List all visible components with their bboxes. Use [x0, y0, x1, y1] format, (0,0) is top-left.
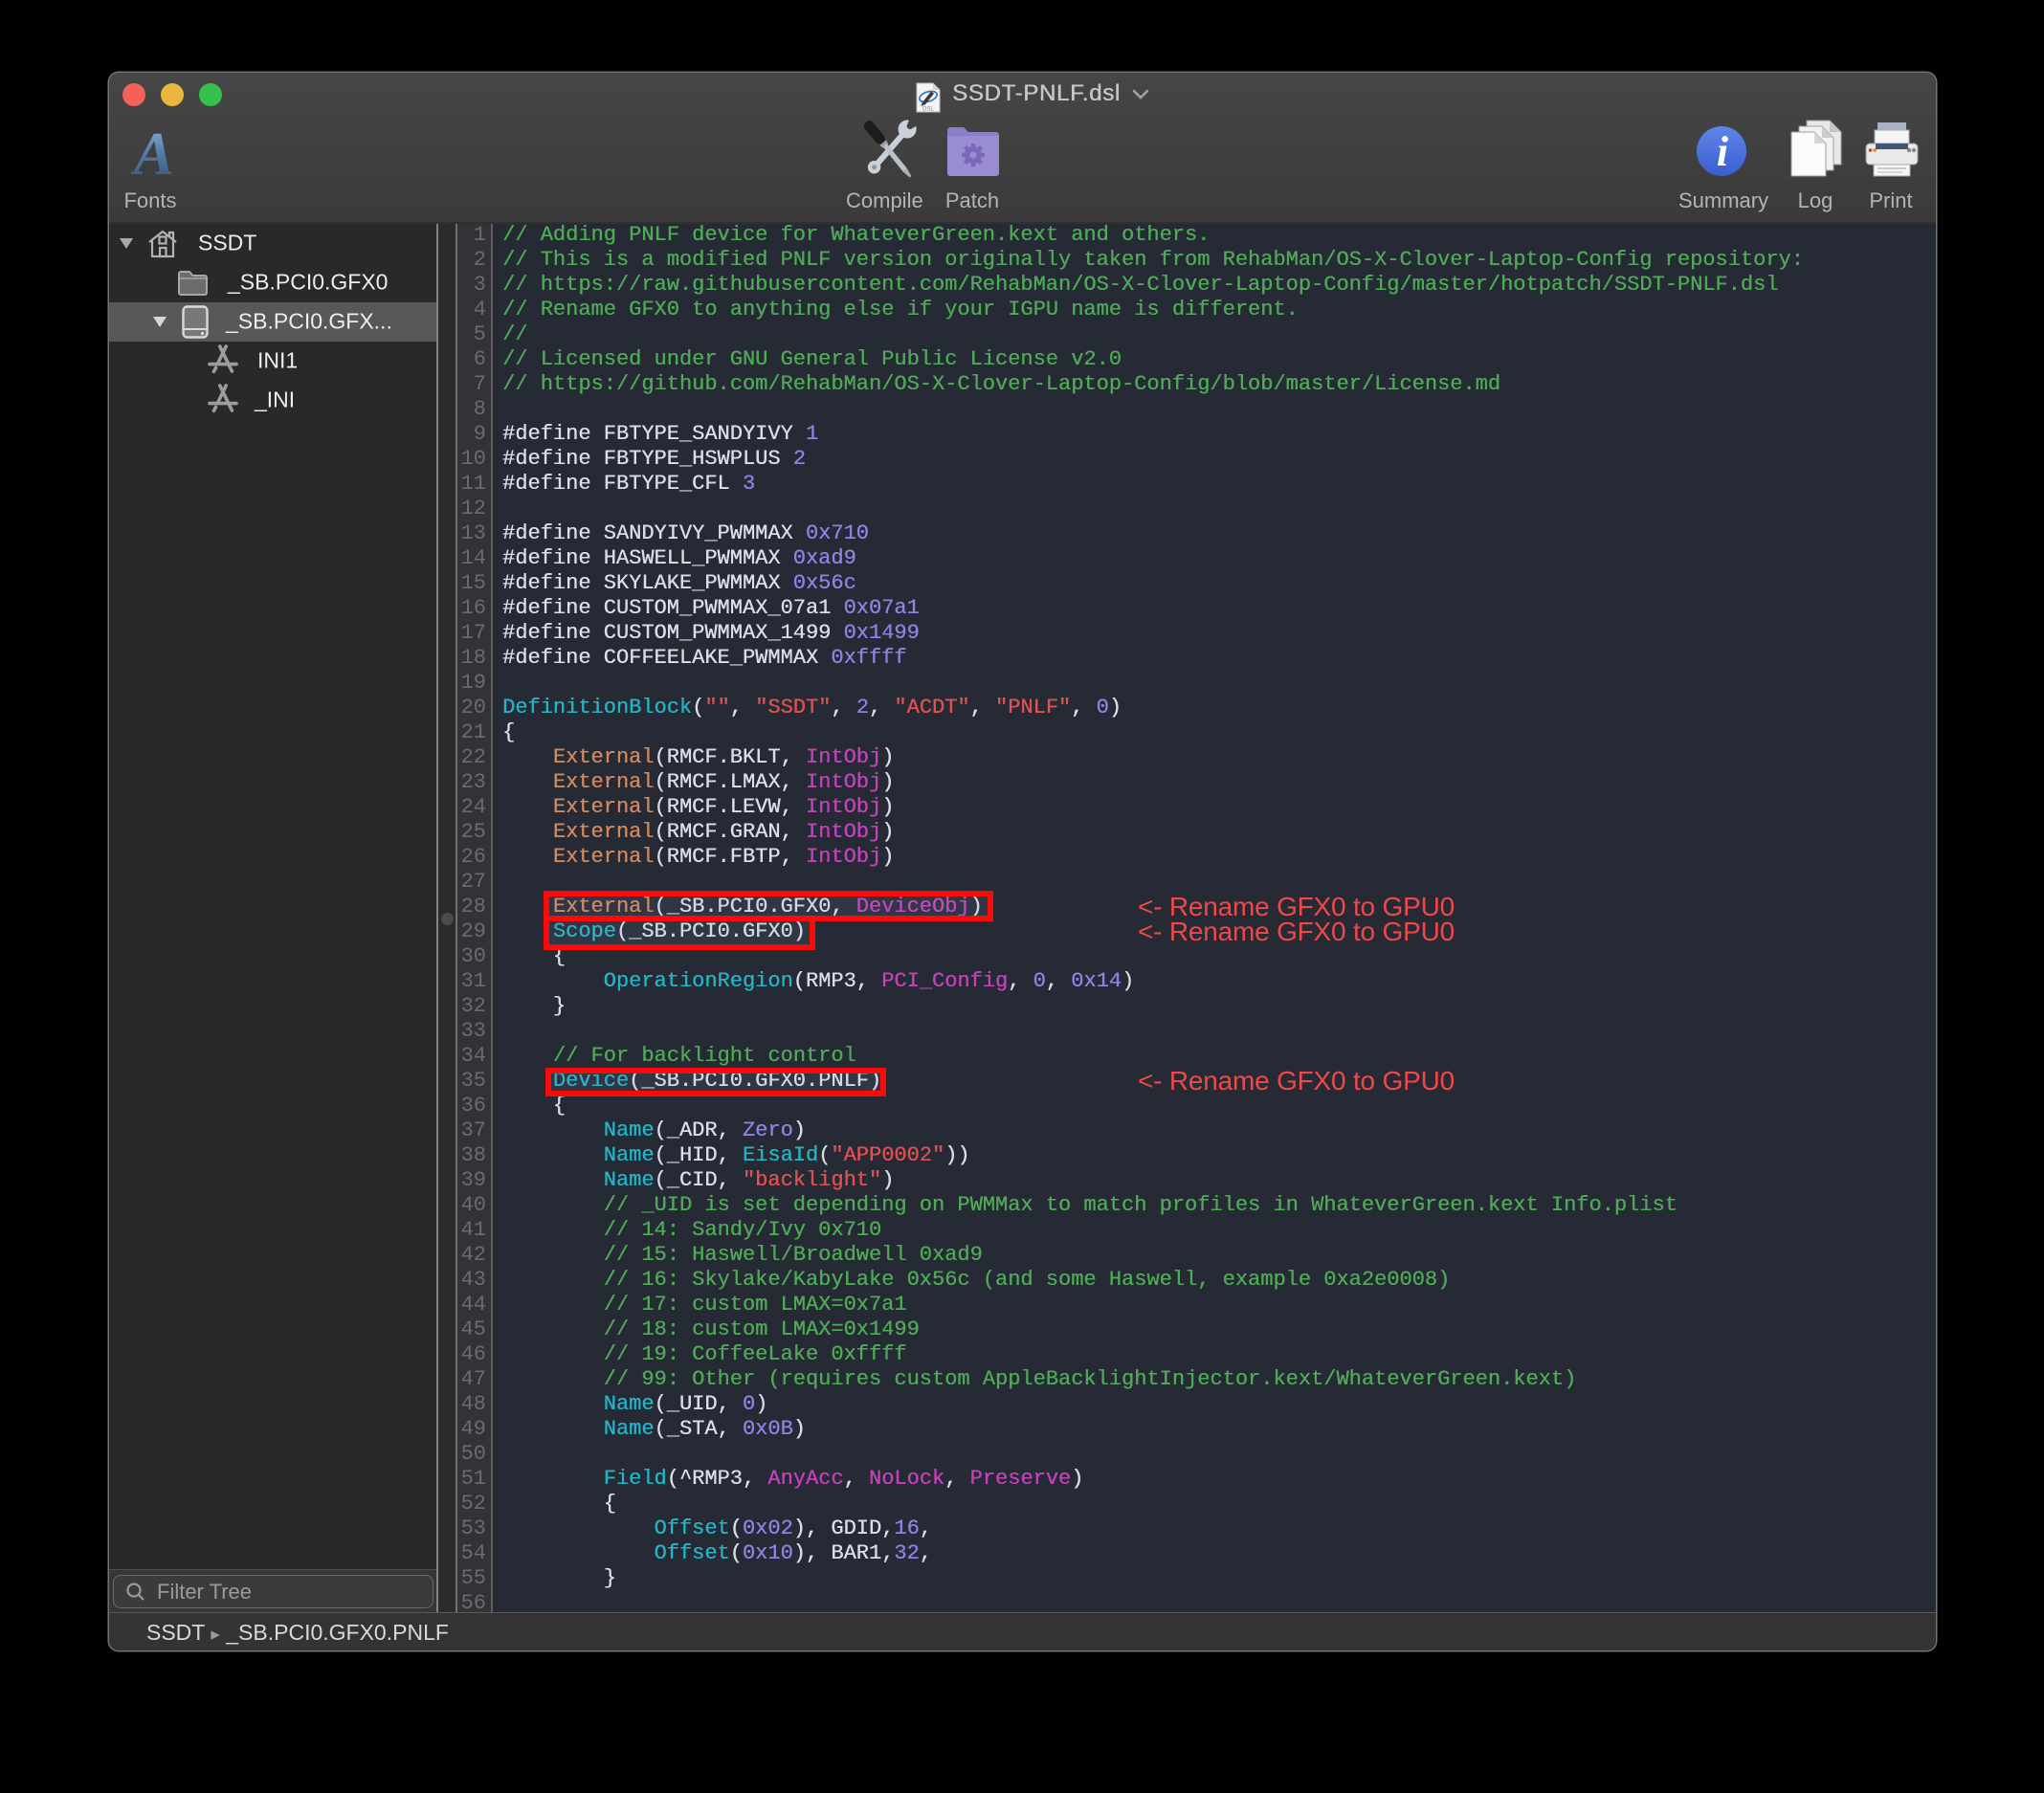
svg-text:DSL: DSL [922, 107, 934, 113]
svg-text:A: A [131, 124, 174, 180]
svg-text:i: i [1717, 128, 1729, 175]
